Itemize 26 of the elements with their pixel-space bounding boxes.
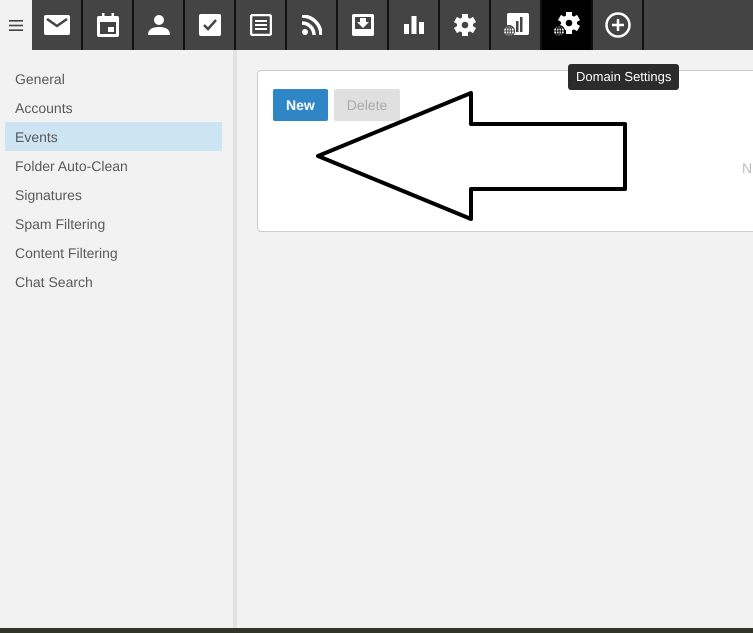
sidebar-item[interactable]: Content Filtering <box>5 238 222 267</box>
toolbar-button[interactable] <box>542 0 593 50</box>
inbox-download-icon <box>352 14 374 36</box>
cut-off-text: N <box>742 159 752 178</box>
sidebar-item[interactable]: Signatures <box>5 180 222 209</box>
menu-icon <box>9 20 23 30</box>
tooltip: Domain Settings <box>568 64 680 90</box>
sidebar-item[interactable]: Spam Filtering <box>5 209 222 238</box>
bar-chart-icon <box>404 16 424 34</box>
person-icon <box>148 15 170 35</box>
menu-button[interactable] <box>0 0 32 50</box>
sidebar-item[interactable]: Accounts <box>5 93 222 122</box>
rss-icon <box>302 15 322 35</box>
mail-icon <box>44 15 70 35</box>
calendar-icon <box>96 13 118 37</box>
checkbox-icon <box>198 14 220 36</box>
sidebar-item[interactable]: Chat Search <box>5 267 222 296</box>
add-icon <box>604 12 630 38</box>
settings-icon <box>454 14 476 36</box>
sidebar-item[interactable]: General <box>5 64 222 93</box>
new-button[interactable]: New <box>273 89 328 121</box>
note-icon <box>250 14 272 36</box>
sidebar-item[interactable]: Events <box>5 122 222 151</box>
globe-gear-icon <box>552 12 580 38</box>
globe-chart-icon <box>502 13 528 37</box>
sidebar-item[interactable]: Folder Auto-Clean <box>5 151 222 180</box>
